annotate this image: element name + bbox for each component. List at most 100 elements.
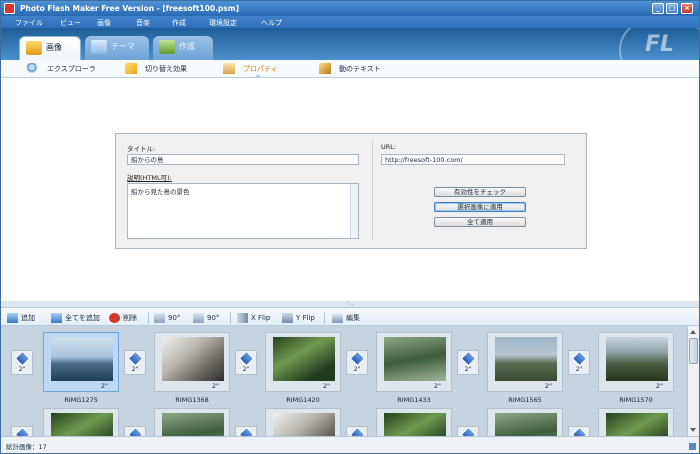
delete-icon <box>109 313 120 323</box>
menu-create[interactable]: 作成 <box>172 18 186 28</box>
toolbar-separator <box>148 312 149 324</box>
transition-icon <box>125 63 137 74</box>
maximize-button[interactable]: □ <box>666 3 678 14</box>
edit-text-icon <box>332 313 343 323</box>
photo-thumb[interactable] <box>43 408 119 436</box>
transition-thumb[interactable] <box>568 426 590 436</box>
photo-thumb[interactable]: 2" <box>154 332 230 392</box>
transition-duration: 2" <box>353 366 361 373</box>
tab-create[interactable]: 作成 <box>153 36 213 60</box>
transition-icon <box>238 426 255 436</box>
tab-banner: FL 画像 テーマ 作成 <box>1 28 699 60</box>
apply-selected-button[interactable]: 選択画像に適用 <box>434 202 526 212</box>
transition-icon <box>127 350 144 367</box>
rotate-left-icon <box>154 313 165 323</box>
x-flip-icon <box>237 313 248 323</box>
photo-thumb[interactable]: 2" <box>43 332 119 392</box>
description-label: 説明(HTML可): <box>127 174 172 182</box>
transition-thumb[interactable]: 2" <box>457 350 479 375</box>
photo-thumb[interactable] <box>598 408 674 436</box>
transition-thumb[interactable] <box>235 426 257 436</box>
scrollbar-thumb[interactable] <box>689 338 698 364</box>
explorer-icon <box>27 63 39 74</box>
y-flip-label: Y Flip <box>296 314 315 322</box>
description-scrollbar[interactable] <box>350 184 358 238</box>
rotate-right-label: 90° <box>207 314 220 322</box>
add-all-button[interactable]: 全てを追加 <box>51 313 100 324</box>
subtab-bar: エクスプローラ 切り替え効果 プロパティ 動のテキスト <box>1 60 699 79</box>
photo-thumb[interactable]: 2" <box>265 332 341 392</box>
subtab-explorer-label: エクスプローラ <box>47 65 96 73</box>
transition-thumb[interactable] <box>457 426 479 436</box>
subtab-motion-text[interactable]: 動のテキスト <box>319 63 381 75</box>
photo-duration: 2" <box>211 382 219 390</box>
status-total-images: 総計画像：17 <box>6 443 47 451</box>
photo-thumb[interactable]: 2" <box>487 332 563 392</box>
transition-icon <box>460 350 477 367</box>
transition-thumb[interactable] <box>11 426 33 436</box>
rotate-left-button[interactable]: 90° <box>154 313 180 324</box>
tab-theme[interactable]: テーマ <box>85 36 149 60</box>
x-flip-button[interactable]: X Flip <box>237 313 270 324</box>
photo-duration: 2" <box>433 382 441 390</box>
menu-settings[interactable]: 環境設定 <box>209 18 237 28</box>
y-flip-button[interactable]: Y Flip <box>282 313 315 324</box>
tab-image[interactable]: 画像 <box>19 36 81 60</box>
description-text: 船から見た島の景色 <box>131 188 190 196</box>
transition-thumb[interactable] <box>346 426 368 436</box>
menu-view[interactable]: ビュー <box>60 18 81 28</box>
photo-thumb[interactable] <box>265 408 341 436</box>
photo-thumb[interactable] <box>154 408 230 436</box>
photo-name: RIMG1420 <box>286 396 320 404</box>
resize-grip-icon[interactable] <box>689 443 696 450</box>
edit-button[interactable]: 編集 <box>332 313 360 324</box>
transition-icon <box>349 426 366 436</box>
photo-name: RIMG1368 <box>175 396 209 404</box>
photo-name: RIMG1565 <box>508 396 542 404</box>
menu-bar: ファイル ビュー 画像 音楽 作成 環境設定 ヘルプ <box>1 16 699 28</box>
photo-thumb[interactable] <box>376 408 452 436</box>
title-bar: Photo Flash Maker Free Version - [freeso… <box>1 1 699 16</box>
photo-name: RIMG1275 <box>64 396 98 404</box>
motion-text-icon <box>319 63 331 74</box>
apply-all-button[interactable]: 全て適用 <box>434 217 526 227</box>
photo-thumb[interactable] <box>487 408 563 436</box>
minimize-button[interactable]: _ <box>652 3 664 14</box>
menu-file[interactable]: ファイル <box>15 18 43 28</box>
photo-thumb[interactable]: 2" <box>598 332 674 392</box>
status-bar: 総計画像：17 <box>1 436 699 453</box>
menu-help[interactable]: ヘルプ <box>261 18 282 28</box>
banner-logo: FL <box>644 32 674 57</box>
window-title: Photo Flash Maker Free Version - [freeso… <box>20 4 239 13</box>
photo-thumb[interactable]: 2" <box>376 332 452 392</box>
filmstrip-scrollbar[interactable] <box>687 326 699 436</box>
transition-thumb[interactable]: 2" <box>124 350 146 375</box>
rotate-right-button[interactable]: 90° <box>193 313 219 324</box>
subtab-properties[interactable]: プロパティ <box>223 63 278 75</box>
scroll-up-icon[interactable] <box>690 330 696 334</box>
transition-thumb[interactable] <box>124 426 146 436</box>
add-image-icon <box>7 313 18 323</box>
menu-music[interactable]: 音楽 <box>136 18 150 28</box>
check-validity-button[interactable]: 有効性をチェック <box>434 187 526 197</box>
scroll-down-icon[interactable] <box>690 428 696 432</box>
description-textarea[interactable]: 船から見た島の景色 <box>127 183 359 239</box>
add-button[interactable]: 追加 <box>7 313 35 324</box>
title-field[interactable]: 船からの島 <box>127 154 359 165</box>
photo-image <box>495 413 557 436</box>
delete-button[interactable]: 削除 <box>109 313 137 324</box>
y-flip-icon <box>282 313 293 323</box>
menu-image[interactable]: 画像 <box>97 18 111 28</box>
photo-duration: 2" <box>544 382 552 390</box>
add-all-label: 全てを追加 <box>65 314 100 322</box>
photo-image <box>51 413 113 436</box>
subtab-transition[interactable]: 切り替え効果 <box>125 63 187 75</box>
transition-thumb[interactable]: 2" <box>568 350 590 375</box>
transition-thumb[interactable]: 2" <box>346 350 368 375</box>
transition-thumb[interactable]: 2" <box>11 350 33 375</box>
url-field[interactable]: http://freesoft-100.com/ <box>381 154 565 165</box>
transition-thumb[interactable]: 2" <box>235 350 257 375</box>
photo-duration: 2" <box>655 382 663 390</box>
close-button[interactable]: × <box>681 3 693 14</box>
subtab-explorer[interactable]: エクスプローラ <box>27 63 96 75</box>
